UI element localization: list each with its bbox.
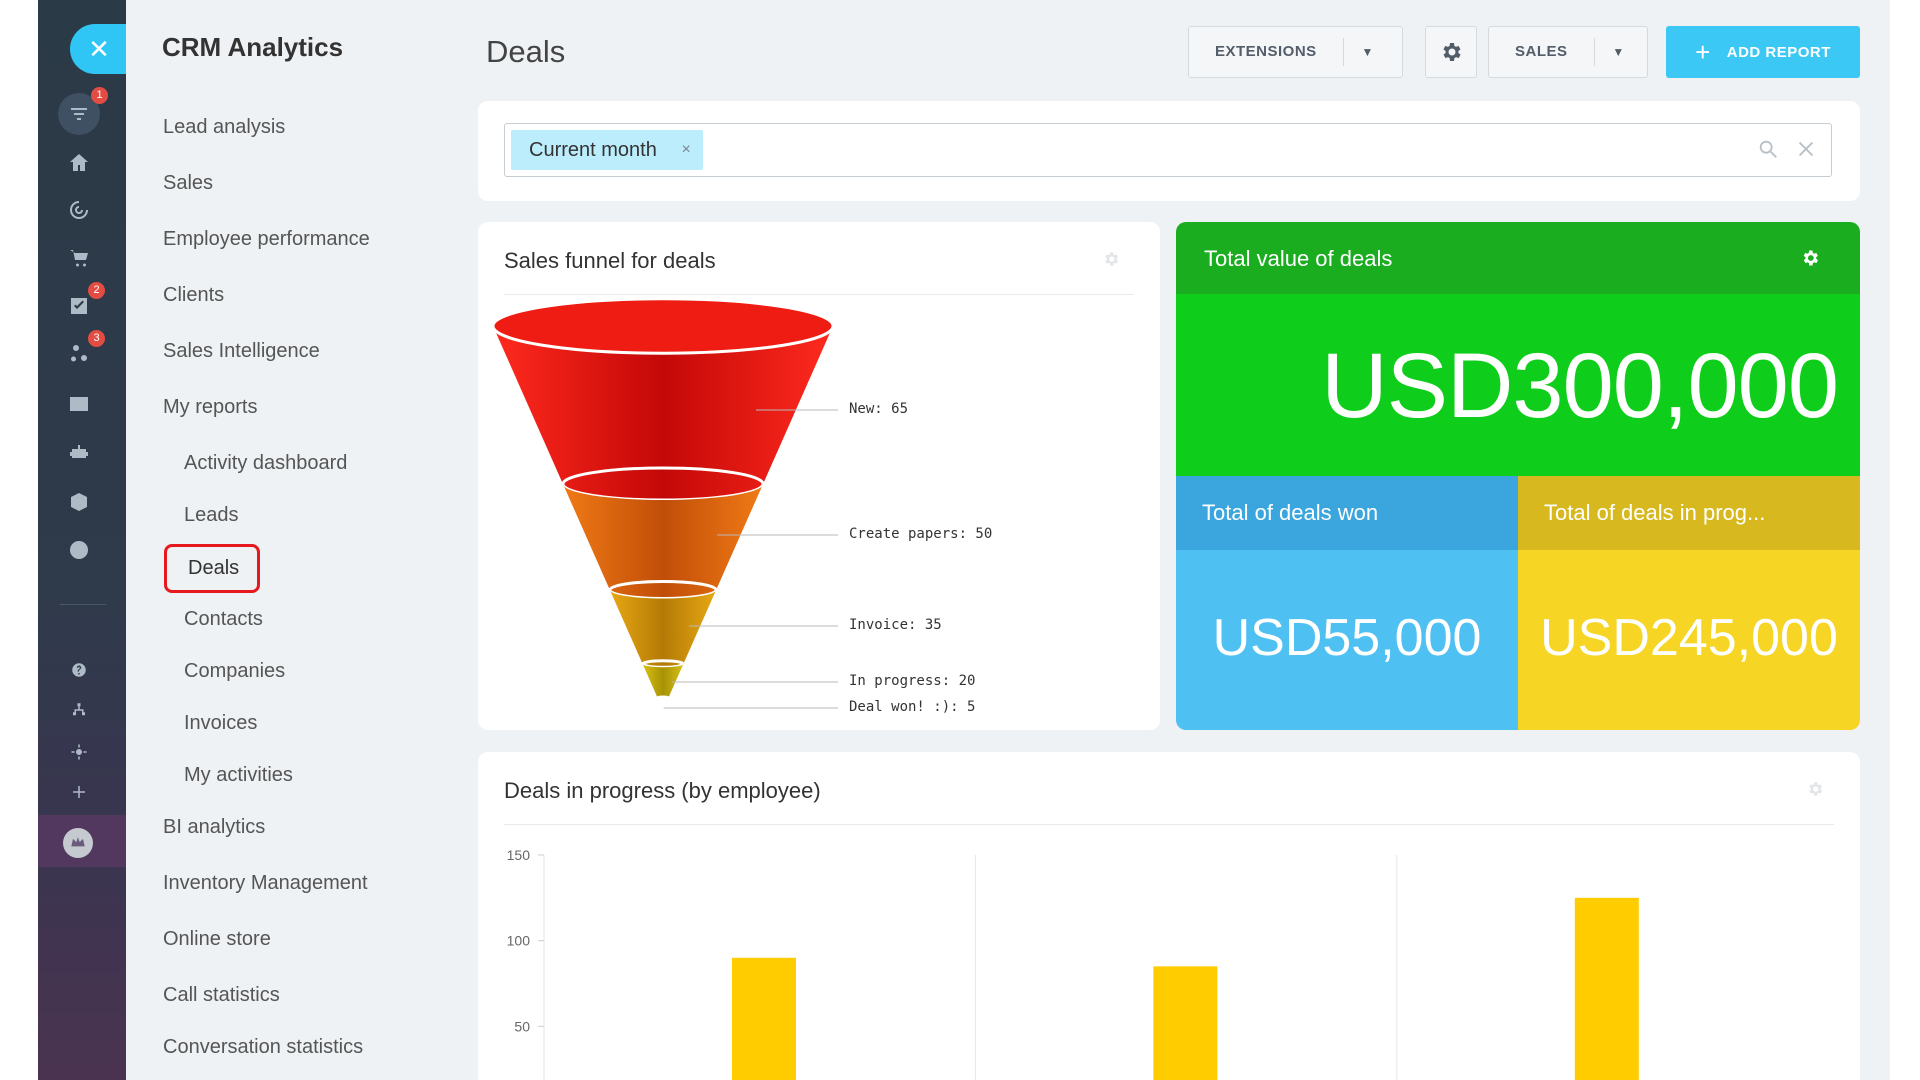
- notification-badge: 1: [91, 87, 108, 104]
- kpi-won-header: Total of deals won: [1176, 476, 1518, 550]
- menu-item-invoices[interactable]: Invoices: [184, 712, 257, 735]
- analytics-menu: CRM Analytics Lead analysis Sales Employee…: [126, 0, 456, 1080]
- menu-item-my-activities[interactable]: My activities: [184, 764, 293, 787]
- progress-label: Total of deals in prog...: [1544, 500, 1766, 525]
- plus-icon: +: [1695, 36, 1711, 67]
- filter-chip[interactable]: Current month ×: [511, 130, 703, 170]
- chevron-down-icon[interactable]: ▼: [1344, 45, 1392, 59]
- filter-icon[interactable]: 1: [58, 87, 108, 135]
- sitemap-icon[interactable]: [61, 692, 97, 728]
- home-icon[interactable]: [61, 145, 97, 181]
- total-value-widget: Total value of deals USD300,000 Total of…: [1176, 222, 1860, 730]
- menu-item-companies[interactable]: Companies: [184, 660, 285, 683]
- rail-divider: [60, 604, 106, 605]
- menu-item-my-reports[interactable]: My reports: [163, 396, 257, 419]
- extensions-button[interactable]: EXTENSIONS ▼: [1188, 26, 1403, 78]
- bar-chart: 50 100 150: [507, 847, 1639, 1080]
- menu-item-deals[interactable]: Deals: [164, 544, 261, 593]
- avatar[interactable]: [63, 828, 93, 858]
- progress-value: USD245,000: [1540, 609, 1838, 667]
- target-icon[interactable]: [61, 192, 97, 228]
- contact-card-icon[interactable]: [61, 386, 97, 422]
- menu-item-online-store[interactable]: Online store: [163, 928, 271, 951]
- menu-item-sales-intelligence[interactable]: Sales Intelligence: [163, 340, 320, 363]
- menu-item-clients[interactable]: Clients: [163, 284, 224, 307]
- funnel-stage-label: New: 65: [849, 401, 909, 417]
- filter-panel: Current month ×: [478, 101, 1860, 201]
- menu-item-leads[interactable]: Leads: [184, 504, 239, 527]
- funnel-chart: [491, 297, 838, 709]
- funnel-segment[interactable]: [609, 590, 717, 668]
- help-icon[interactable]: [61, 652, 97, 688]
- menu-item-bi-analytics[interactable]: BI analytics: [163, 816, 265, 839]
- menu-item-call-statistics[interactable]: Call statistics: [163, 984, 280, 1007]
- close-menu-button[interactable]: ✕: [70, 24, 128, 74]
- kpi-header: Total value of deals: [1176, 222, 1860, 294]
- plus-icon[interactable]: [61, 774, 97, 810]
- y-tick-label: 100: [507, 933, 531, 949]
- check-circle-icon[interactable]: [61, 532, 97, 568]
- menu-item-inventory-management[interactable]: Inventory Management: [163, 872, 368, 895]
- sales-label: SALES: [1489, 38, 1595, 66]
- filter-input[interactable]: Current month ×: [504, 123, 1832, 177]
- menu-item-employee-performance[interactable]: Employee performance: [163, 228, 370, 251]
- app-title: CRM Analytics: [162, 32, 344, 62]
- clear-icon[interactable]: [1795, 138, 1817, 160]
- kpi-progress-panel: USD245,000: [1518, 550, 1860, 730]
- gear-icon: [1443, 43, 1461, 61]
- box-icon[interactable]: [61, 484, 97, 520]
- notification-badge: 2: [88, 282, 105, 299]
- funnel-stage-label: In progress: 20: [849, 673, 976, 689]
- kpi-won-panel: USD55,000: [1176, 550, 1518, 730]
- y-tick-label: 50: [514, 1018, 530, 1034]
- funnel-stage-label: Create papers: 50: [849, 526, 993, 542]
- sales-button[interactable]: SALES ▼: [1488, 26, 1648, 78]
- close-icon: ✕: [88, 34, 110, 64]
- extensions-label: EXTENSIONS: [1189, 38, 1344, 66]
- notification-badge: 3: [88, 330, 105, 347]
- app-window: ✕ 1 2 3 CRM Analytics Lead analysis Sales Em…: [38, 0, 1890, 1080]
- won-label: Total of deals won: [1202, 500, 1379, 525]
- icon-rail: ✕ 1 2 3: [38, 0, 128, 1080]
- total-value: USD300,000: [1321, 335, 1839, 437]
- menu-item-sales[interactable]: Sales: [163, 172, 213, 195]
- settings-button[interactable]: [1425, 26, 1477, 78]
- bar[interactable]: [732, 957, 796, 1080]
- y-tick-label: 150: [507, 847, 531, 863]
- page-title: Deals: [486, 34, 566, 69]
- filter-chip-label: Current month: [529, 139, 657, 161]
- robot-icon[interactable]: [61, 434, 97, 470]
- tasks-icon[interactable]: 2: [61, 282, 105, 324]
- bar[interactable]: [1574, 897, 1639, 1080]
- cart-icon[interactable]: [61, 240, 97, 276]
- add-report-label: ADD REPORT: [1726, 43, 1831, 61]
- won-value: USD55,000: [1212, 609, 1482, 667]
- funnel-stage-label: Invoice: 35: [849, 617, 942, 633]
- bar[interactable]: [1153, 966, 1218, 1080]
- menu-item-conversation-statistics[interactable]: Conversation statistics: [163, 1036, 363, 1059]
- add-report-button[interactable]: + ADD REPORT: [1666, 26, 1860, 78]
- kpi-title: Total value of deals: [1204, 246, 1393, 271]
- remove-chip-icon[interactable]: ×: [682, 130, 691, 170]
- network-icon[interactable]: 3: [61, 330, 105, 372]
- gear-icon: [1803, 250, 1818, 266]
- kpi-total-panel: USD300,000: [1176, 294, 1860, 476]
- kpi-progress-header: Total of deals in prog...: [1518, 476, 1860, 550]
- employee-deals-widget: Deals in progress (by employee) 50 100 150: [478, 752, 1860, 1080]
- settings-icon[interactable]: [61, 734, 97, 770]
- funnel-widget: Sales funnel for deals New: 65 Create pap…: [478, 222, 1160, 730]
- funnel-rim: [656, 695, 670, 701]
- widget-settings-button[interactable]: [1800, 248, 1820, 268]
- search-icon[interactable]: [1757, 138, 1779, 160]
- menu-item-contacts[interactable]: Contacts: [184, 608, 263, 631]
- funnel-stage-label: Deal won! :): 5: [849, 699, 976, 715]
- funnel-top: [491, 297, 835, 355]
- chevron-down-icon[interactable]: ▼: [1595, 45, 1643, 59]
- menu-item-lead-analysis[interactable]: Lead analysis: [163, 116, 285, 139]
- menu-item-activity-dashboard[interactable]: Activity dashboard: [184, 452, 347, 475]
- funnel-segment[interactable]: [642, 664, 684, 699]
